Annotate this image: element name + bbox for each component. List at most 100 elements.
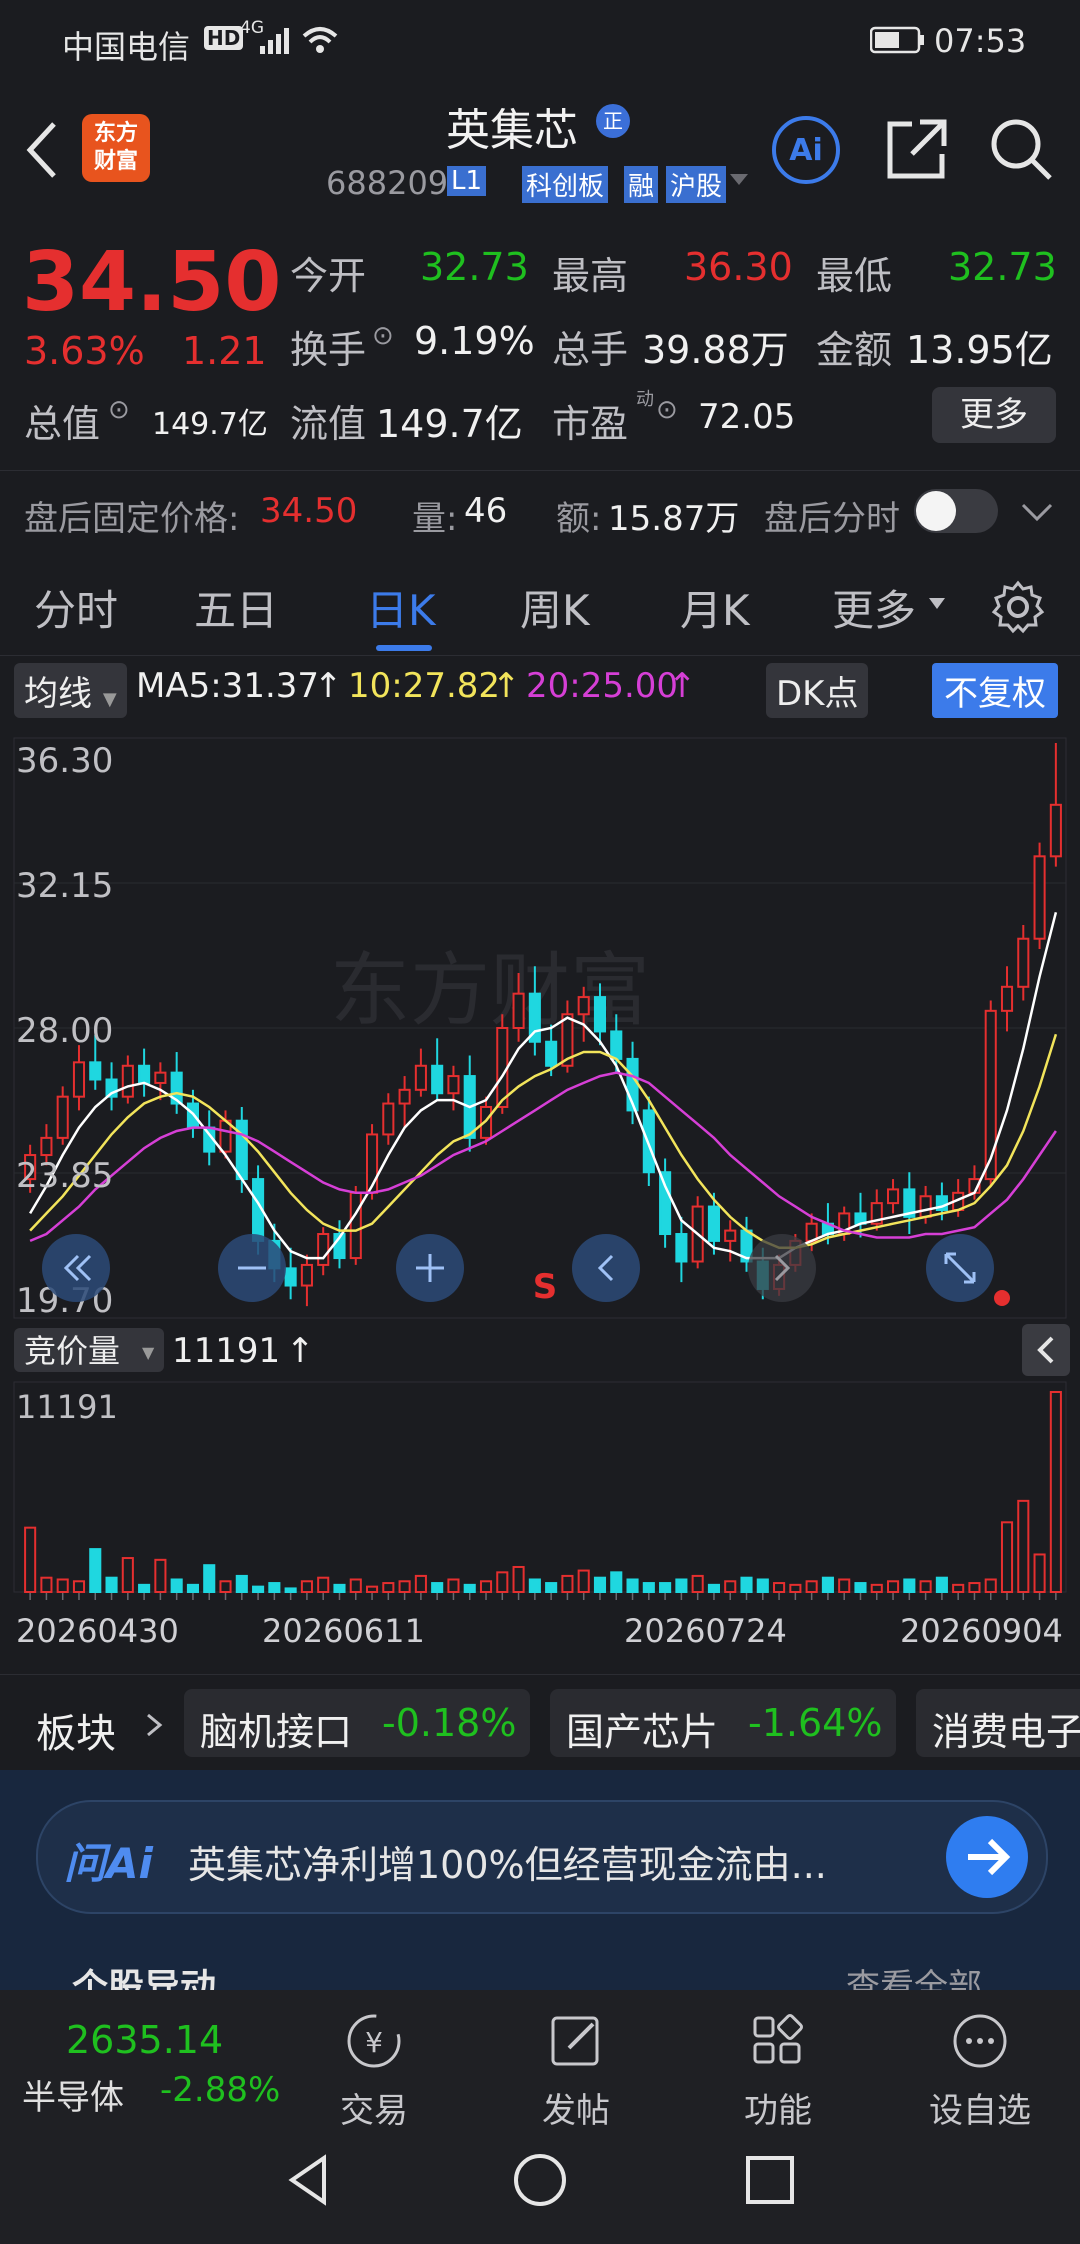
sector-chevron-icon[interactable] [144,1711,164,1739]
index-widget[interactable]: 2635.14 半导体 -2.88% [0,1990,280,2130]
volume-header: 竞价量 ▼ 11191 ↑ [14,1328,315,1372]
fullscreen-button[interactable] [926,1234,994,1302]
pe-info-icon[interactable]: ⊙ [656,395,678,425]
more-button[interactable]: 更多 [932,387,1056,443]
change-pct: 3.63% [24,329,145,373]
volume-bar [203,1564,216,1594]
volume-bar [707,1583,721,1593]
partial-section-link[interactable]: 查看全部 [846,1958,982,1990]
zoom-in-button[interactable] [396,1234,464,1302]
volume-bar [642,1582,655,1594]
turnover-info-icon[interactable]: ⊙ [372,321,394,351]
tab-more[interactable]: 更多 [832,577,916,638]
signal-icon [260,28,289,54]
status-bar: 中国电信 HD 4G 07:53 [0,0,1080,80]
volume-bar [349,1578,362,1593]
ma20-arrow-icon: ↑ [668,666,697,706]
mcap-info-icon[interactable]: ⊙ [108,395,130,425]
back-icon[interactable] [22,118,62,182]
nav-trade[interactable]: ¥ 交易 [304,2008,444,2132]
y-tick-label: 36.30 [16,741,113,781]
volume-bar [886,1580,900,1594]
ma10-arrow-icon: ↑ [492,666,521,706]
grid-apps-icon [753,2014,803,2064]
tags-dropdown-icon[interactable] [728,172,750,188]
ask-ai-text: 英集芯净利增100%但经营现金流由... [188,1843,827,1887]
candle-body [317,1233,330,1266]
candle-body [724,1229,737,1242]
ask-ai-go-button[interactable] [946,1816,1028,1898]
zoom-out-button[interactable] [218,1234,286,1302]
after-hours-bar: 盘后固定价格: 34.50 量: 46 额: 15.87万 盘后分时 [0,470,1080,551]
ma-toggle[interactable]: 均线 ▼ [14,663,127,718]
chart-tabs: 分时 五日 日K 周K 月K 更多 [0,555,1080,656]
app-logo: 东方 财富 [82,114,150,182]
collapse-panel-button[interactable] [1022,1324,1070,1376]
low-value: 32.73 [948,245,1057,289]
after-hours-vol-label: 量: [412,499,458,539]
candle-body [642,1109,655,1174]
step-forward-button[interactable] [748,1234,816,1302]
ai-button[interactable]: Ai [772,116,840,184]
ask-ai-bar[interactable]: 问Ai 英集芯净利增100%但经营现金流由... [36,1800,1048,1914]
system-home-icon[interactable] [510,2150,570,2210]
sector-chip-consumer[interactable]: 消费电子 [916,1689,1080,1757]
tab-daily-k[interactable]: 日K [366,577,436,638]
latest-point-dot [994,1290,1010,1306]
tab-weekly-k[interactable]: 周K [520,577,590,638]
fq-button[interactable]: 不复权 [932,663,1058,718]
open-value: 32.73 [420,245,529,289]
volume-bar [333,1583,346,1593]
arrow-right-icon [968,1838,1011,1876]
scroll-left-button[interactable] [42,1234,110,1302]
candle-body [138,1064,151,1084]
volume-bar [935,1576,948,1594]
volume-bar [903,1578,916,1593]
tab-intraday[interactable]: 分时 [34,577,118,638]
volume-bar [724,1580,737,1594]
ask-ai-logo: 问Ai [64,1839,153,1888]
share-icon[interactable] [882,116,950,184]
sector-chip-bci[interactable]: 脑机接口 -0.18% [184,1689,530,1757]
expand-chevron-icon[interactable] [1020,501,1054,523]
nav-post[interactable]: 发帖 [506,2008,646,2132]
volume-bar [821,1576,834,1594]
step-back-button[interactable] [572,1234,640,1302]
tab-five-day[interactable]: 五日 [194,577,278,638]
after-hours-toggle[interactable] [914,489,998,533]
ma20-value: 20:25.00 [526,666,679,706]
volume-bars [24,1391,1062,1594]
more-dots-icon [953,2014,1007,2068]
after-hours-price: 34.50 [260,491,358,531]
system-back-icon[interactable] [280,2150,340,2210]
kline-chart[interactable]: 东方财富 36.3032.1528.0023.8519.70 S 竞价量 ▼ 1… [0,718,1080,1690]
index-name: 半导体 [22,2078,124,2118]
dk-button[interactable]: DK点 [766,663,869,718]
stock-name: 英集芯 [446,105,578,156]
x-axis-labels: 20260430 20260611 20260724 20260904 [16,1612,1063,1650]
system-recents-icon[interactable] [740,2150,800,2210]
level-badge: L1 [447,166,487,196]
search-icon[interactable] [986,114,1058,186]
carrier: 中国电信 [62,28,191,66]
volume-bar [740,1576,753,1594]
nav-functions[interactable]: 功能 [708,2008,848,2132]
volume-bar [300,1580,313,1594]
candle-body [659,1171,672,1236]
volume-caret-icon: ▼ [142,1343,155,1362]
tab-monthly-k[interactable]: 月K [680,577,750,638]
volume-bar [317,1576,330,1594]
candle-body [984,1009,997,1181]
settings-gear-icon[interactable] [990,579,1046,635]
candle-body [431,1064,444,1095]
volume-bar [805,1580,818,1594]
candle-body [496,1027,509,1108]
high-value: 36.30 [684,245,793,289]
open-label: 今开 [290,254,367,298]
nav-watchlist[interactable]: 设自选 [910,2008,1050,2132]
partial-section-title: 个股异动 [72,1967,217,1990]
sector-chip-chips[interactable]: 国产芯片 -1.64% [550,1689,896,1757]
sector-pct: -1.64% [748,1701,883,1745]
logo-text-1: 东方 [93,121,138,146]
volume-bar [89,1548,102,1594]
